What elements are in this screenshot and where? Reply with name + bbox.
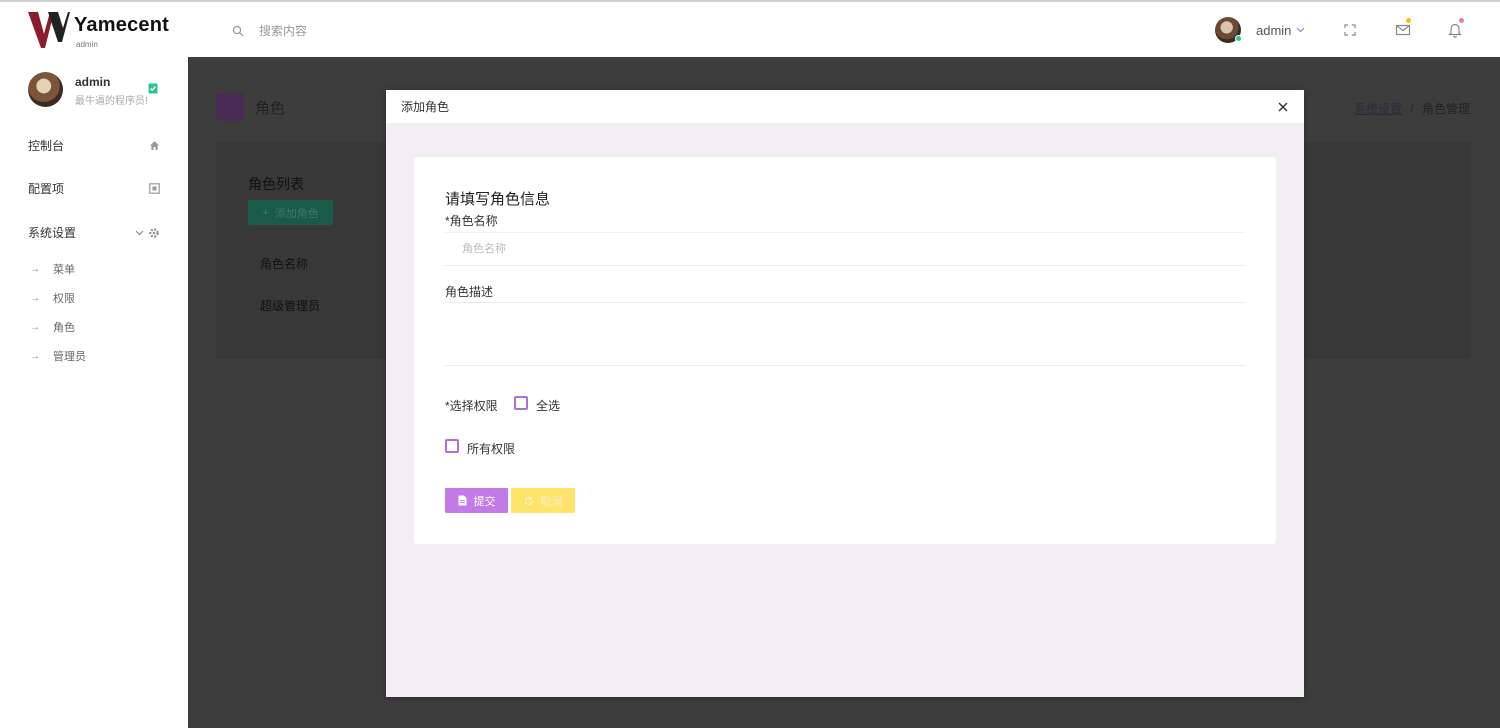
document-icon: [458, 495, 466, 506]
search-icon: [232, 25, 244, 36]
modal-header: 添加角色: [386, 90, 1304, 123]
chevron-down-icon: [135, 230, 144, 235]
role-description-label: 角色描述: [445, 285, 494, 299]
logo-text: Yamecent: [74, 14, 169, 36]
logo[interactable]: Yamecent admin: [26, 8, 186, 52]
role-name-label: *角色名称: [445, 214, 498, 228]
breadcrumb-separator: /: [1410, 102, 1414, 116]
arrow-right-icon: →: [30, 321, 40, 333]
select-all-label[interactable]: 全选: [536, 397, 560, 414]
home-icon: [150, 141, 159, 150]
sidebar-item-label: 系统设置: [28, 226, 77, 240]
cancel-button[interactable]: 取消: [511, 488, 575, 513]
config-icon: [149, 183, 160, 194]
breadcrumb: 系统设置 / 角色管理: [1354, 100, 1470, 117]
sidebar-subitem-label: 角色: [53, 322, 75, 334]
table-row: 超级管理员: [260, 299, 321, 313]
close-icon[interactable]: [1278, 102, 1288, 112]
profile-description: 最牛逼的程序员!: [75, 96, 148, 107]
sidebar-subitem-label: 权限: [53, 293, 75, 305]
submit-label: 提交: [473, 495, 496, 508]
modal-title: 添加角色: [401, 100, 450, 114]
list-title: 角色列表: [248, 176, 304, 192]
sidebar-subitem-menu[interactable]: → 菜单: [30, 261, 75, 277]
mail-icon: [1395, 24, 1411, 36]
sidebar-item-dashboard[interactable]: 控制台: [28, 137, 160, 154]
role-form: 请填写角色信息 *角色名称 角色描述 *选择权限 全选 所有权限 提交 取消: [414, 157, 1276, 544]
user-menu[interactable]: admin: [1215, 17, 1305, 43]
sidebar-item-label: 配置项: [28, 182, 65, 196]
notification-badge: [1459, 18, 1464, 23]
sidebar-subitem-label: 菜单: [53, 264, 75, 276]
sidebar-subitem-label: 管理员: [53, 351, 86, 363]
top-header: Yamecent admin 搜索内容 admin: [0, 0, 1500, 57]
page-title: 角色: [255, 100, 286, 117]
sidebar-subitem-admins[interactable]: → 管理员: [30, 348, 86, 364]
verified-icon: [148, 83, 158, 94]
logo-mark-icon: [28, 12, 70, 48]
profile-avatar: [28, 72, 63, 107]
table-header: 角色名称: [260, 257, 309, 271]
logo-subtitle: admin: [76, 40, 98, 49]
permission-label: *选择权限: [445, 399, 498, 413]
arrow-right-icon: →: [30, 263, 40, 275]
breadcrumb-link[interactable]: 系统设置: [1354, 102, 1402, 116]
bell-icon: [1448, 23, 1462, 38]
submit-button[interactable]: 提交: [445, 488, 508, 513]
online-status-dot: [1235, 35, 1242, 42]
search-box[interactable]: 搜索内容: [232, 22, 307, 39]
sidebar-item-label: 控制台: [28, 139, 65, 153]
user-name: admin: [1256, 22, 1292, 38]
sidebar-subitem-roles[interactable]: → 角色: [30, 319, 75, 335]
gear-icon: [149, 227, 159, 238]
role-description-textarea[interactable]: [445, 302, 1245, 366]
mail-button[interactable]: [1395, 18, 1411, 38]
page-icon: [216, 93, 244, 121]
fullscreen-icon[interactable]: [1342, 22, 1358, 38]
profile-name: admin: [75, 75, 111, 89]
select-all-checkbox[interactable]: [514, 396, 528, 410]
sidebar-item-config[interactable]: 配置项: [28, 180, 160, 197]
form-title: 请填写角色信息: [445, 191, 551, 208]
refresh-icon: [524, 496, 533, 505]
search-input[interactable]: 搜索内容: [259, 22, 307, 39]
arrow-right-icon: →: [30, 292, 40, 304]
add-role-label: 添加角色: [274, 207, 319, 220]
mail-badge: [1406, 18, 1411, 23]
notification-button[interactable]: [1447, 18, 1464, 38]
chevron-down-icon: [1296, 27, 1305, 33]
sidebar-item-system-settings[interactable]: 系统设置: [28, 224, 160, 241]
sidebar: admin 最牛逼的程序员! 控制台 配置项 系统设置 → 菜单 → 权限 → …: [0, 57, 188, 728]
plus-icon: +: [262, 206, 269, 219]
all-permissions-checkbox[interactable]: [445, 439, 459, 453]
add-role-button[interactable]: + 添加角色: [248, 200, 333, 225]
all-permissions-label[interactable]: 所有权限: [467, 440, 515, 457]
role-name-input[interactable]: [445, 232, 1245, 266]
breadcrumb-current: 角色管理: [1422, 102, 1471, 116]
arrow-right-icon: →: [30, 350, 40, 362]
sidebar-subitem-permissions[interactable]: → 权限: [30, 290, 75, 306]
cancel-label: 取消: [540, 495, 563, 508]
add-role-modal: 添加角色 请填写角色信息 *角色名称 角色描述 *选择权限 全选 所有权限 提交…: [386, 90, 1304, 697]
avatar: [1215, 17, 1242, 43]
